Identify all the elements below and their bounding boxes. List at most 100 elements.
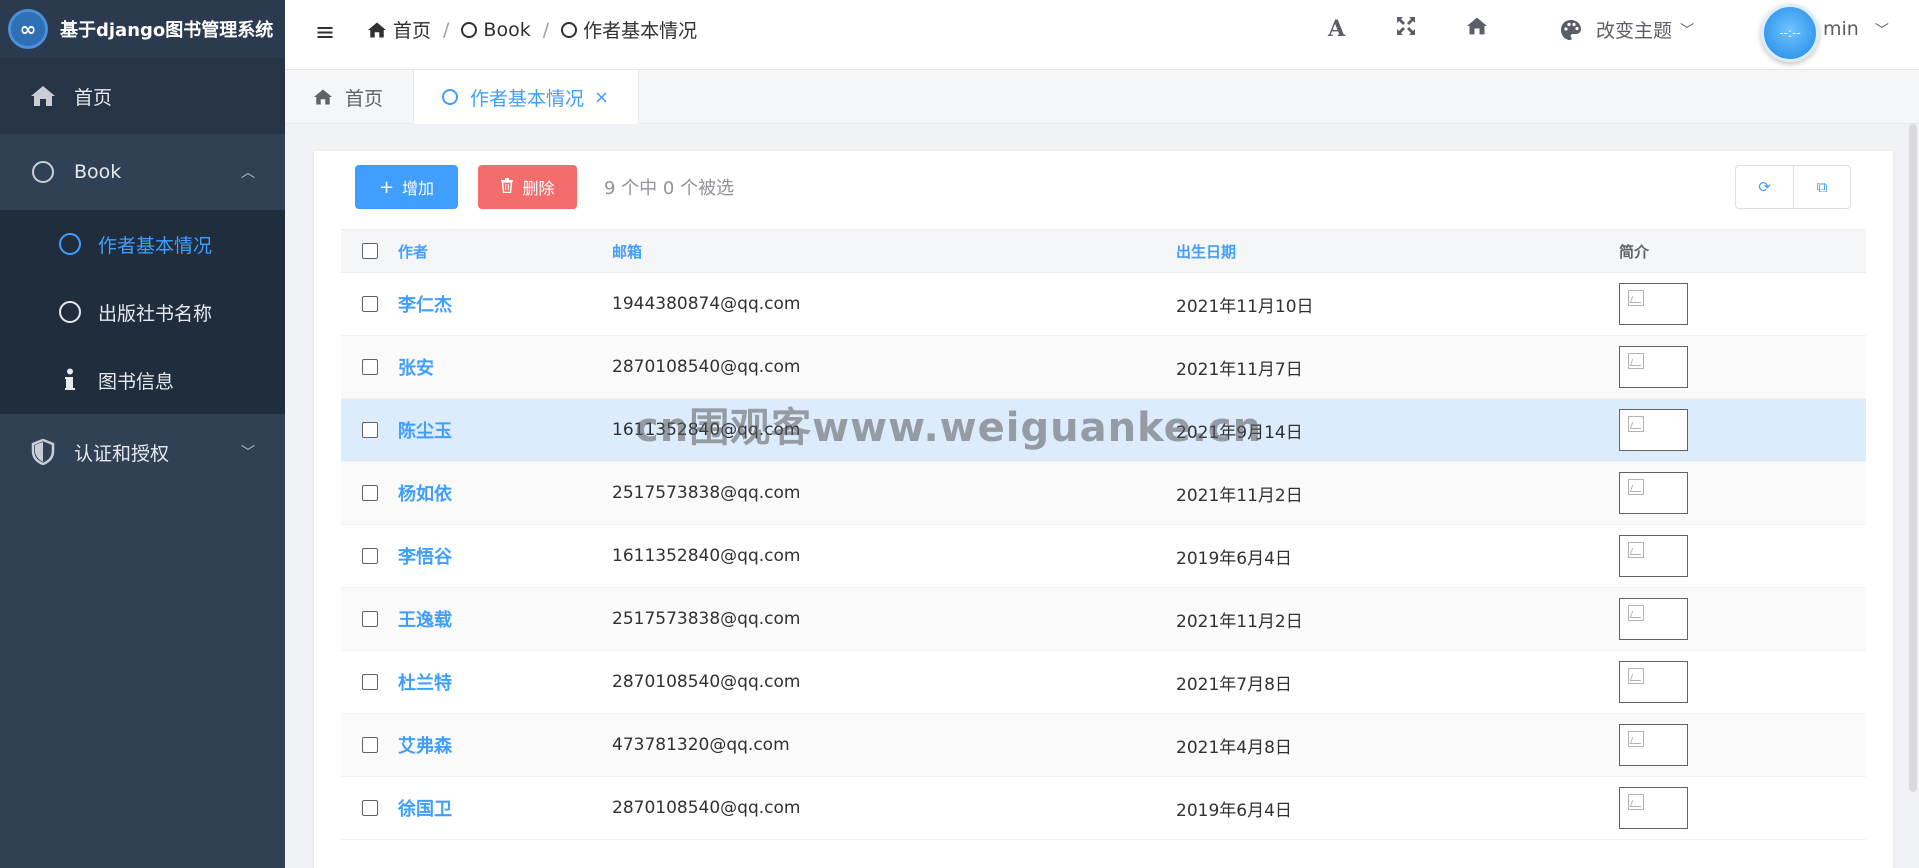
sidebar-item-label: 作者基本情况 <box>98 234 213 257</box>
plus-icon: + <box>378 176 395 198</box>
author-link[interactable]: 张安 <box>398 354 612 380</box>
page-scrollbar[interactable] <box>1909 124 1917 792</box>
breadcrumb-book[interactable]: Book <box>483 19 530 41</box>
sidebar: ∞ 基于django图书管理系统 首页 Book ︿ 作者基本情况 出版社书名称… <box>0 0 285 868</box>
table-row[interactable]: 陈尘玉 1611352840@qq.com 2021年9月14日 <box>341 399 1866 462</box>
home-button[interactable] <box>1466 16 1488 42</box>
intro-cell <box>1619 598 1866 640</box>
user-menu[interactable]: min ﹀ <box>1823 18 1889 40</box>
table-tools: ⟳ ⧉ <box>1735 165 1851 209</box>
sidebar-item-book-info[interactable]: 图书信息 <box>0 346 285 414</box>
circle-icon <box>58 300 82 324</box>
row-checkbox[interactable] <box>341 611 398 627</box>
table-row[interactable]: 张安 2870108540@qq.com 2021年11月7日 <box>341 336 1866 399</box>
breadcrumb-current: 作者基本情况 <box>583 20 698 42</box>
row-checkbox[interactable] <box>341 422 398 438</box>
row-checkbox[interactable] <box>341 485 398 501</box>
theme-label: 改变主题 <box>1596 20 1673 42</box>
book-submenu: 作者基本情况 出版社书名称 图书信息 <box>0 210 285 414</box>
select-all-checkbox[interactable] <box>341 243 398 259</box>
author-link[interactable]: 杜兰特 <box>398 669 612 695</box>
logo-icon: ∞ <box>8 9 48 49</box>
selection-info: 9 个中 0 个被选 <box>604 178 735 199</box>
sidebar-item-home[interactable]: 首页 <box>0 58 285 134</box>
table-body: 李仁杰 1944380874@qq.com 2021年11月10日 张安 2870108… <box>341 273 1866 840</box>
toolbar: + 增加 删除 9 个中 0 个被选 <box>355 165 734 209</box>
close-icon[interactable]: × <box>594 87 609 108</box>
delete-button[interactable]: 删除 <box>478 165 577 209</box>
fullscreen-button[interactable] <box>1396 16 1416 42</box>
birth-date-cell: 2021年9月14日 <box>1176 422 1303 443</box>
row-checkbox[interactable] <box>341 674 398 690</box>
theme-switcher[interactable]: 改变主题 ﹀ <box>1560 16 1694 43</box>
column-header-email[interactable]: 邮箱 <box>612 241 1176 262</box>
chevron-up-icon: ︿ <box>241 165 255 181</box>
author-link[interactable]: 杨如依 <box>398 480 612 506</box>
user-name: min <box>1823 18 1859 40</box>
row-checkbox[interactable] <box>341 737 398 753</box>
author-link[interactable]: 李仁杰 <box>398 291 612 317</box>
tab-label: 首页 <box>345 87 384 110</box>
column-header-birth[interactable]: 出生日期 <box>1176 241 1619 262</box>
tab-home[interactable]: 首页 <box>313 70 383 124</box>
home-icon <box>313 88 333 106</box>
email-cell: 2517573838@qq.com <box>612 483 801 503</box>
intro-cell <box>1619 535 1866 577</box>
tab-author-info[interactable]: 作者基本情况 × <box>413 70 639 124</box>
email-cell: 2870108540@qq.com <box>612 798 801 818</box>
row-checkbox[interactable] <box>341 296 398 312</box>
circle-icon <box>461 21 478 38</box>
birth-date-cell: 2021年11月2日 <box>1176 485 1303 506</box>
row-checkbox[interactable] <box>341 800 398 816</box>
add-button[interactable]: + 增加 <box>355 165 458 209</box>
author-link[interactable]: 王逸载 <box>398 606 612 632</box>
email-cell: 2870108540@qq.com <box>612 357 801 377</box>
broken-image-icon <box>1619 787 1688 829</box>
breadcrumb-home[interactable]: 首页 <box>393 16 431 43</box>
email-cell: 2870108540@qq.com <box>612 672 801 692</box>
home-icon <box>367 21 387 39</box>
author-link[interactable]: 徐国卫 <box>398 795 612 821</box>
author-table: 作者 邮箱 出生日期 简介 李仁杰 1944380874@qq.com 2021年1… <box>341 229 1866 840</box>
add-label: 增加 <box>402 179 435 198</box>
birth-date-cell: 2019年6月4日 <box>1176 800 1292 821</box>
table-row[interactable]: 杜兰特 2870108540@qq.com 2021年7月8日 <box>341 651 1866 714</box>
author-link[interactable]: 艾弗森 <box>398 732 612 758</box>
row-checkbox[interactable] <box>341 548 398 564</box>
sidebar-item-author-info[interactable]: 作者基本情况 <box>0 210 285 278</box>
sidebar-item-book[interactable]: Book ︿ <box>0 134 285 210</box>
birth-date-cell: 2021年11月2日 <box>1176 611 1303 632</box>
intro-cell <box>1619 409 1866 451</box>
broken-image-icon <box>1619 409 1688 451</box>
sidebar-item-auth[interactable]: 认证和授权 ﹀ <box>0 414 285 490</box>
row-checkbox[interactable] <box>341 359 398 375</box>
font-size-button[interactable]: A <box>1328 16 1345 42</box>
table-row[interactable]: 李悟谷 1611352840@qq.com 2019年6月4日 <box>341 525 1866 588</box>
info-icon <box>58 368 82 392</box>
intro-cell <box>1619 787 1866 829</box>
export-button[interactable]: ⧉ <box>1793 166 1850 208</box>
author-link[interactable]: 陈尘玉 <box>398 417 612 443</box>
shield-icon <box>30 439 56 465</box>
sidebar-item-label: 首页 <box>74 86 113 109</box>
tab-label: 作者基本情况 <box>470 87 585 110</box>
fullscreen-icon <box>1397 17 1415 35</box>
broken-image-icon <box>1619 598 1688 640</box>
intro-cell <box>1619 724 1866 766</box>
table-row[interactable]: 李仁杰 1944380874@qq.com 2021年11月10日 <box>341 273 1866 336</box>
menu-toggle-icon[interactable]: ≡ <box>315 18 335 46</box>
sidebar-item-label: 图书信息 <box>98 370 175 393</box>
table-row[interactable]: 艾弗森 473781320@qq.com 2021年4月8日 <box>341 714 1866 777</box>
column-header-intro: 简介 <box>1619 242 1650 261</box>
tabs-bar: 首页 作者基本情况 × <box>285 70 1919 124</box>
column-header-author[interactable]: 作者 <box>398 241 612 262</box>
table-row[interactable]: 杨如依 2517573838@qq.com 2021年11月2日 <box>341 462 1866 525</box>
avatar[interactable]: --:-- <box>1761 4 1819 62</box>
chevron-down-icon: ﹀ <box>1874 23 1889 39</box>
sidebar-item-publisher[interactable]: 出版社书名称 <box>0 278 285 346</box>
table-row[interactable]: 王逸载 2517573838@qq.com 2021年11月2日 <box>341 588 1866 651</box>
refresh-button[interactable]: ⟳ <box>1736 166 1793 208</box>
table-row[interactable]: 徐国卫 2870108540@qq.com 2019年6月4日 <box>341 777 1866 840</box>
birth-date-cell: 2021年7月8日 <box>1176 674 1292 695</box>
author-link[interactable]: 李悟谷 <box>398 543 612 569</box>
